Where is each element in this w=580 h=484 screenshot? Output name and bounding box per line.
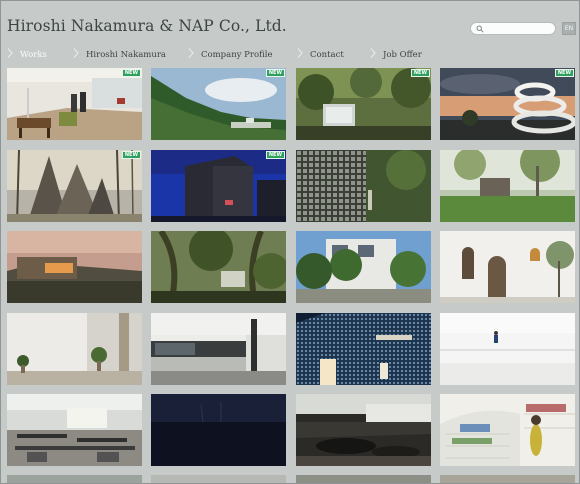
language-toggle-button[interactable]: EN [562, 22, 576, 35]
works-tile-triangular-roofs[interactable]: NEW [7, 150, 142, 222]
works-tile-modern-villa[interactable] [151, 313, 286, 385]
page-frame: Hiroshi Nakamura & NAP Co., Ltd. EN Work… [0, 0, 580, 484]
works-tile-row6-d[interactable] [440, 475, 575, 483]
new-badge: NEW [554, 69, 574, 77]
works-tile-row6-a[interactable] [7, 475, 142, 483]
works-tile-office-workspace[interactable] [7, 394, 142, 466]
search-icon [476, 25, 484, 33]
works-tile-green-hills[interactable]: NEW [151, 68, 286, 140]
chevron-right-icon [73, 48, 79, 58]
works-tile-spiral-building[interactable]: NEW [440, 68, 575, 140]
works-tile-garden-house[interactable] [440, 150, 575, 222]
search-input[interactable] [487, 23, 553, 34]
nav-item-job-offer[interactable]: Job Offer [370, 48, 422, 64]
nav-item-contact[interactable]: Contact [297, 48, 344, 64]
chevron-right-icon [370, 48, 376, 58]
new-badge: NEW [265, 69, 285, 77]
works-tile-palm-trees[interactable] [151, 231, 286, 303]
works-tile-white-room-plants[interactable] [7, 313, 142, 385]
works-tile-dark-cube-night[interactable]: NEW [151, 150, 286, 222]
new-badge: NEW [121, 151, 141, 159]
works-tile-dark-lounge[interactable] [296, 394, 431, 466]
chevron-right-icon [188, 48, 194, 58]
works-tile-lattice-facade[interactable] [296, 150, 431, 222]
chevron-right-icon [7, 48, 13, 58]
nav-label: Contact [310, 50, 344, 60]
works-tile-sunset-house[interactable] [7, 231, 142, 303]
nav-item-company-profile[interactable]: Company Profile [188, 48, 273, 64]
new-badge: NEW [410, 69, 430, 77]
site-title[interactable]: Hiroshi Nakamura & NAP Co., Ltd. [7, 17, 287, 35]
works-tile-row6-c[interactable] [296, 475, 431, 483]
nav-label: Works [20, 50, 47, 60]
nav-label: Job Offer [383, 50, 422, 60]
main-nav: Works Hiroshi Nakamura Company Profile C… [1, 48, 579, 64]
nav-label: Company Profile [201, 50, 273, 60]
chevron-right-icon [297, 48, 303, 58]
nav-item-works[interactable]: Works [7, 48, 47, 64]
nav-item-hiroshi-nakamura[interactable]: Hiroshi Nakamura [73, 48, 166, 64]
new-badge: NEW [121, 69, 141, 77]
works-tile-white-loft[interactable] [440, 313, 575, 385]
works-tile-arched-doorway[interactable] [440, 231, 575, 303]
new-badge: NEW [265, 151, 285, 159]
search-box[interactable] [470, 22, 556, 35]
nav-label: Hiroshi Nakamura [86, 50, 166, 60]
works-tile-bookshelf-room[interactable] [440, 394, 575, 466]
works-tile-white-house-trees[interactable] [296, 231, 431, 303]
works-tile-row6-b[interactable] [151, 475, 286, 483]
works-tile-night-field[interactable] [151, 394, 286, 466]
works-tile-forest-pavilion[interactable]: NEW [296, 68, 431, 140]
works-tile-interior-dining[interactable]: NEW [7, 68, 142, 140]
works-tile-lit-storefront[interactable] [296, 313, 431, 385]
